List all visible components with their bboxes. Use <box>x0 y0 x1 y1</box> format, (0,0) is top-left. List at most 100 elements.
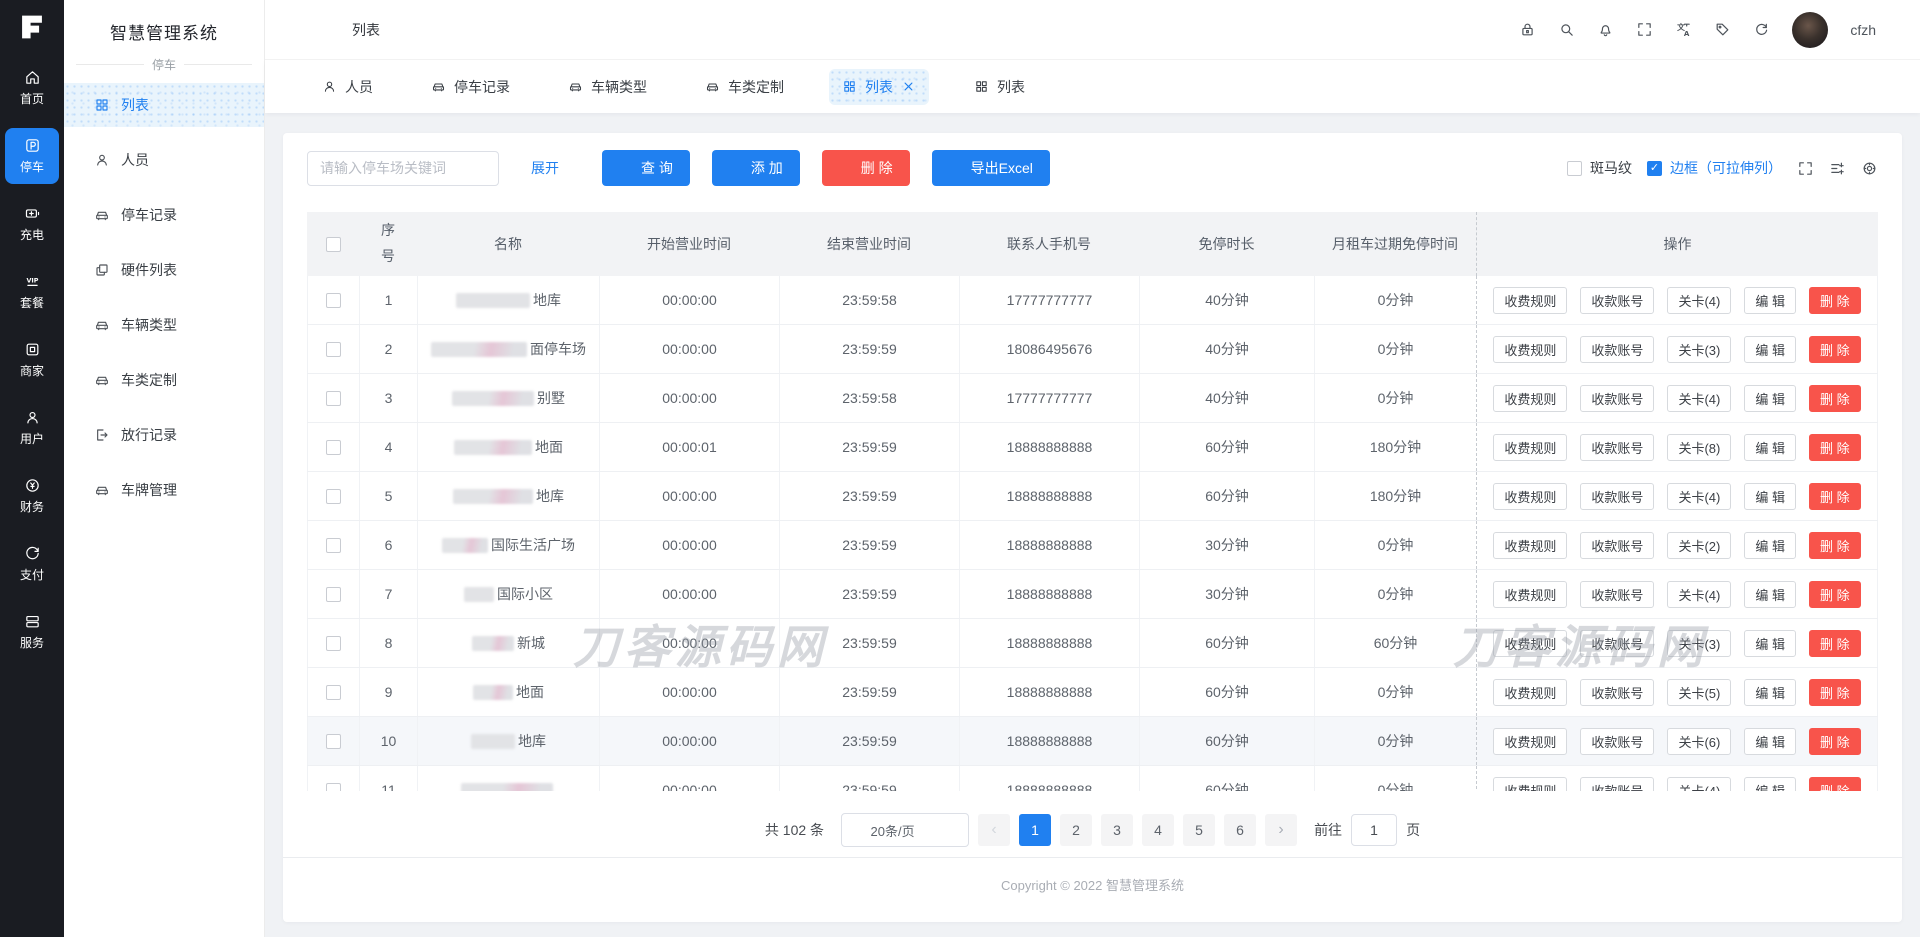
edit-button[interactable]: 编 辑 <box>1744 678 1796 706</box>
payment-account-button[interactable]: 收款账号 <box>1580 286 1655 314</box>
row-checkbox[interactable] <box>326 292 341 308</box>
sidebar-item-车类定制[interactable]: 车类定制 <box>64 358 264 402</box>
tag-icon[interactable] <box>1714 21 1731 38</box>
sidebar-item-停车记录[interactable]: 停车记录 <box>64 193 264 237</box>
delete-row-button[interactable]: 删 除 <box>1808 433 1861 461</box>
payment-account-button[interactable]: 收款账号 <box>1580 678 1655 706</box>
gate-button[interactable]: 关卡(3) <box>1667 335 1732 363</box>
row-checkbox[interactable] <box>326 341 341 357</box>
fee-rules-button[interactable]: 收费规则 <box>1493 482 1568 510</box>
add-button[interactable]: 添 加 <box>711 150 800 186</box>
gate-button[interactable]: 关卡(5) <box>1667 678 1732 706</box>
rail-item-停车[interactable]: 停车 <box>5 128 59 184</box>
rail-item-财务[interactable]: 财务 <box>5 468 59 524</box>
bell-icon[interactable] <box>1597 21 1614 38</box>
delete-row-button[interactable]: 删 除 <box>1808 384 1861 412</box>
sidebar-item-硬件列表[interactable]: 硬件列表 <box>64 248 264 292</box>
row-checkbox[interactable] <box>326 586 341 602</box>
select-all-checkbox[interactable] <box>325 236 341 252</box>
gate-button[interactable]: 关卡(4) <box>1667 776 1732 791</box>
delete-button[interactable]: 删 除 <box>821 150 910 186</box>
payment-account-button[interactable]: 收款账号 <box>1580 384 1655 412</box>
page-number-button[interactable]: 5 <box>1183 814 1216 846</box>
zebra-checkbox[interactable] <box>1567 160 1582 176</box>
page-size-select[interactable]: 20条/页 <box>841 813 970 847</box>
gate-button[interactable]: 关卡(4) <box>1667 482 1732 510</box>
lock-icon[interactable] <box>1519 21 1536 38</box>
row-checkbox[interactable] <box>326 733 341 749</box>
tab-options-icon[interactable] <box>1861 78 1878 95</box>
tab-车辆类型[interactable]: 车辆类型 <box>555 69 660 105</box>
row-checkbox[interactable] <box>326 782 341 791</box>
fee-rules-button[interactable]: 收费规则 <box>1493 531 1568 559</box>
expand-toggle[interactable]: 展开 <box>531 158 574 178</box>
edit-button[interactable]: 编 辑 <box>1744 531 1796 559</box>
edit-button[interactable]: 编 辑 <box>1744 335 1796 363</box>
edit-button[interactable]: 编 辑 <box>1744 776 1796 791</box>
delete-row-button[interactable]: 删 除 <box>1808 727 1861 755</box>
app-logo-icon[interactable] <box>15 10 49 44</box>
payment-account-button[interactable]: 收款账号 <box>1580 482 1655 510</box>
rail-item-支付[interactable]: 支付 <box>5 536 59 592</box>
tab-车类定制[interactable]: 车类定制 <box>692 69 797 105</box>
sidebar-item-车辆类型[interactable]: 车辆类型 <box>64 303 264 347</box>
edit-button[interactable]: 编 辑 <box>1744 580 1796 608</box>
delete-row-button[interactable]: 删 除 <box>1808 335 1861 363</box>
delete-row-button[interactable]: 删 除 <box>1808 678 1861 706</box>
fee-rules-button[interactable]: 收费规则 <box>1493 384 1568 412</box>
sidebar-item-列表[interactable]: 列表 <box>64 83 264 127</box>
delete-row-button[interactable]: 删 除 <box>1808 286 1861 314</box>
payment-account-button[interactable]: 收款账号 <box>1580 580 1655 608</box>
gear-icon[interactable] <box>1861 160 1878 177</box>
search-icon[interactable] <box>1558 21 1575 38</box>
row-checkbox[interactable] <box>326 537 341 553</box>
border-toggle[interactable]: 边框（可拉伸列） <box>1647 158 1782 178</box>
edit-button[interactable]: 编 辑 <box>1744 727 1796 755</box>
page-number-button[interactable]: 1 <box>1019 814 1052 846</box>
rail-item-用户[interactable]: 用户 <box>5 400 59 456</box>
delete-row-button[interactable]: 删 除 <box>1808 482 1861 510</box>
delete-row-button[interactable]: 删 除 <box>1808 776 1861 791</box>
row-checkbox[interactable] <box>326 684 341 700</box>
payment-account-button[interactable]: 收款账号 <box>1580 433 1655 461</box>
translate-icon[interactable]: 文A <box>1675 21 1692 38</box>
sidebar-item-人员[interactable]: 人员 <box>64 138 264 182</box>
gate-button[interactable]: 关卡(2) <box>1667 531 1732 559</box>
fee-rules-button[interactable]: 收费规则 <box>1493 433 1568 461</box>
fullscreen-icon[interactable] <box>1797 160 1814 177</box>
gate-button[interactable]: 关卡(3) <box>1667 629 1732 657</box>
tab-停车记录[interactable]: 停车记录 <box>418 69 523 105</box>
tab-人员[interactable]: 人员 <box>309 69 386 105</box>
rail-item-套餐[interactable]: VIP 套餐 <box>5 264 59 320</box>
refresh-icon[interactable] <box>1753 21 1770 38</box>
edit-button[interactable]: 编 辑 <box>1744 433 1796 461</box>
export-excel-button[interactable]: 导出Excel <box>931 150 1050 186</box>
payment-account-button[interactable]: 收款账号 <box>1580 727 1655 755</box>
user-menu[interactable]: cfzh <box>1850 22 1894 38</box>
column-settings-icon[interactable] <box>1829 160 1846 177</box>
fullscreen-icon[interactable] <box>1636 21 1653 38</box>
page-number-button[interactable]: 2 <box>1060 814 1093 846</box>
delete-row-button[interactable]: 删 除 <box>1808 580 1861 608</box>
goto-page-input[interactable] <box>1351 814 1398 846</box>
edit-button[interactable]: 编 辑 <box>1744 286 1796 314</box>
gate-button[interactable]: 关卡(4) <box>1667 580 1732 608</box>
payment-account-button[interactable]: 收款账号 <box>1580 335 1655 363</box>
rail-item-服务[interactable]: 服务 <box>5 604 59 660</box>
edit-button[interactable]: 编 辑 <box>1744 482 1796 510</box>
row-checkbox[interactable] <box>326 635 341 651</box>
page-number-button[interactable]: 6 <box>1224 814 1257 846</box>
delete-row-button[interactable]: 删 除 <box>1808 629 1861 657</box>
sidebar-item-放行记录[interactable]: 放行记录 <box>64 413 264 457</box>
next-page-button[interactable]: › <box>1265 814 1298 846</box>
gate-button[interactable]: 关卡(4) <box>1667 286 1732 314</box>
fee-rules-button[interactable]: 收费规则 <box>1493 678 1568 706</box>
payment-account-button[interactable]: 收款账号 <box>1580 531 1655 559</box>
delete-row-button[interactable]: 删 除 <box>1808 531 1861 559</box>
search-input[interactable] <box>307 150 499 186</box>
tab-close-icon[interactable] <box>901 79 916 94</box>
rail-item-商家[interactable]: 商家 <box>5 332 59 388</box>
edit-button[interactable]: 编 辑 <box>1744 629 1796 657</box>
gate-button[interactable]: 关卡(8) <box>1667 433 1732 461</box>
fee-rules-button[interactable]: 收费规则 <box>1493 335 1568 363</box>
